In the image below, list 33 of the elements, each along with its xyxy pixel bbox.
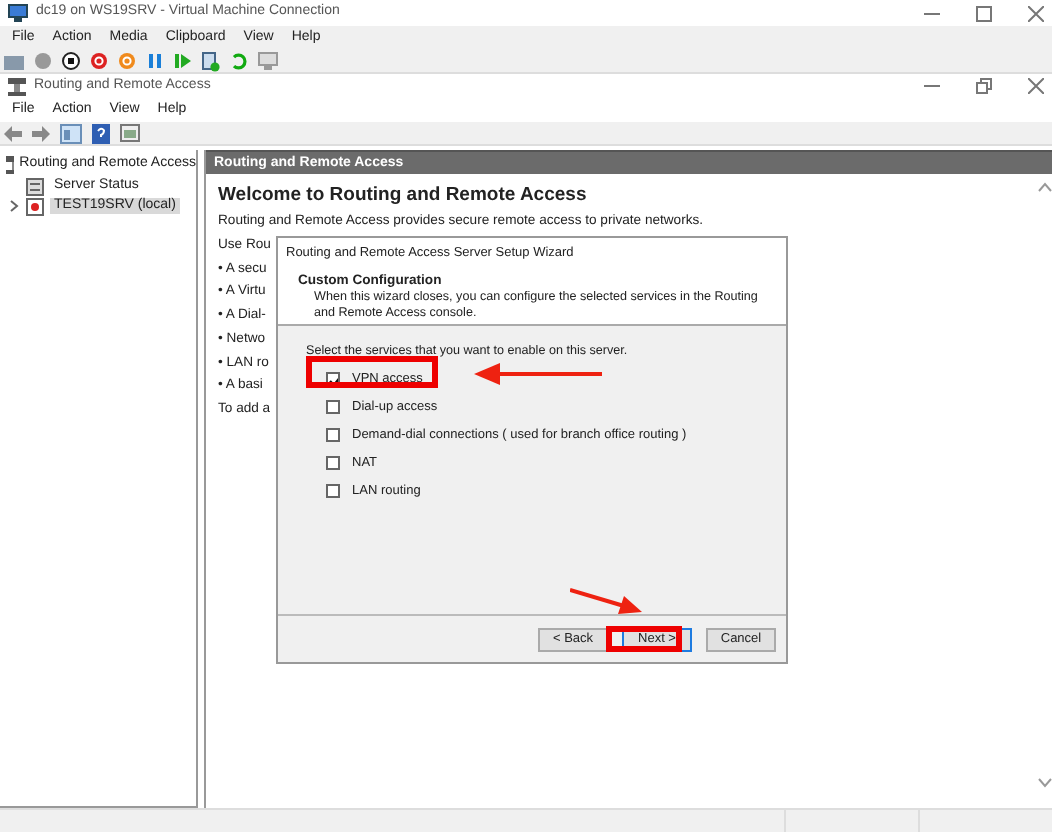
highlight-frame bbox=[606, 626, 682, 652]
welcome-heading: Welcome to Routing and Remote Access bbox=[218, 184, 587, 207]
pointer-arrow bbox=[570, 588, 642, 616]
keyboard-icon[interactable] bbox=[4, 52, 24, 70]
checkbox[interactable] bbox=[326, 400, 340, 415]
restore-icon[interactable] bbox=[976, 78, 992, 94]
help-icon[interactable] bbox=[92, 123, 110, 143]
session-icon[interactable] bbox=[258, 52, 278, 70]
monitor-icon bbox=[8, 4, 28, 22]
close-icon[interactable] bbox=[1028, 5, 1044, 21]
power-icon[interactable] bbox=[34, 52, 52, 70]
panel-icon[interactable] bbox=[120, 124, 140, 142]
pointer-arrow bbox=[474, 362, 602, 386]
checkbox[interactable] bbox=[326, 428, 340, 443]
checkbox[interactable] bbox=[326, 484, 340, 499]
maximize-icon[interactable] bbox=[976, 5, 992, 21]
server-icon bbox=[26, 197, 44, 215]
back-arrow-icon[interactable] bbox=[4, 125, 22, 141]
checkpoint-icon[interactable] bbox=[202, 51, 220, 71]
server-status-icon bbox=[26, 177, 44, 195]
save-state-icon[interactable] bbox=[118, 52, 136, 70]
close-icon[interactable] bbox=[1028, 78, 1044, 94]
shutdown-icon[interactable] bbox=[90, 52, 108, 70]
stop-icon[interactable] bbox=[62, 52, 80, 70]
pause-icon[interactable] bbox=[146, 52, 164, 70]
forward-arrow-icon[interactable] bbox=[32, 125, 50, 141]
checkbox[interactable] bbox=[326, 456, 340, 471]
revert-icon[interactable] bbox=[230, 52, 248, 70]
scroll-up-icon[interactable] bbox=[1037, 182, 1051, 192]
highlight-frame bbox=[306, 356, 438, 388]
console-tree-icon[interactable] bbox=[60, 123, 82, 143]
play-icon[interactable] bbox=[174, 52, 192, 70]
scroll-down-icon[interactable] bbox=[1037, 778, 1051, 788]
